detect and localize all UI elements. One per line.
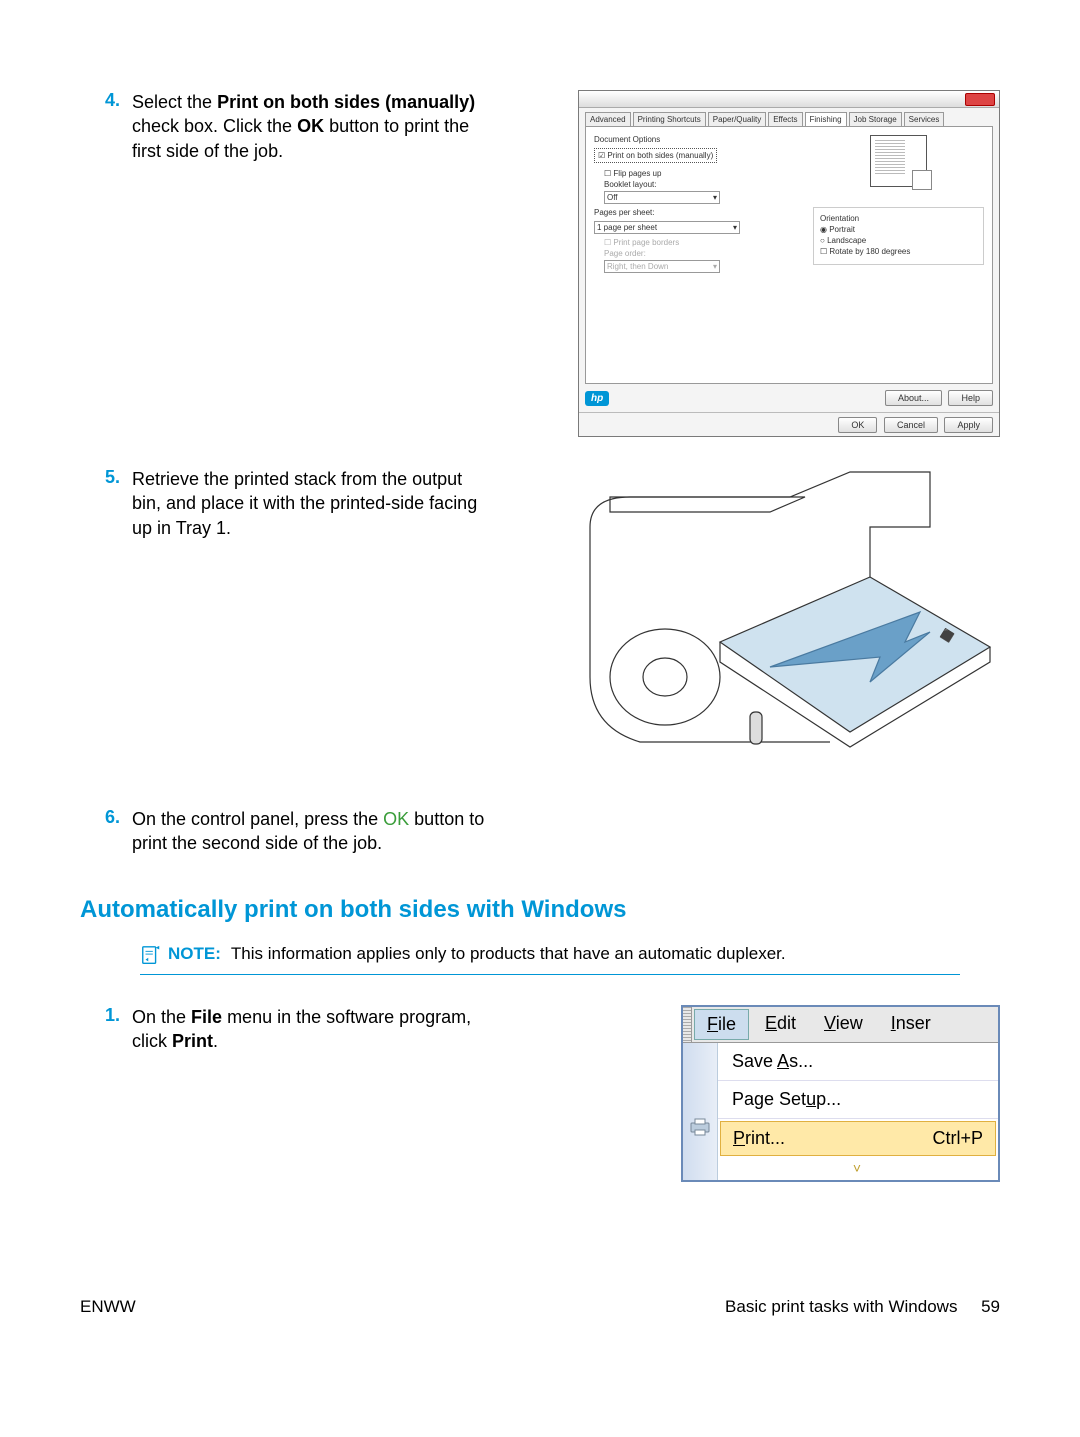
booklet-layout-label: Booklet layout:: [604, 180, 803, 189]
hp-logo: hp: [585, 391, 609, 406]
print-properties-dialog: Advanced Printing Shortcuts Paper/Qualit…: [578, 90, 1000, 437]
page-footer: ENWW Basic print tasks with Windows 59: [80, 1297, 1000, 1317]
step-6: 6. On the control panel, press the OK bu…: [80, 807, 1000, 856]
step-text: Select the Print on both sides (manually…: [132, 90, 492, 163]
ok-green-text: OK: [383, 809, 409, 829]
page-order-label: Page order:: [604, 249, 803, 258]
print-page-borders-checkbox: ☐ Print page borders: [604, 238, 803, 247]
print-both-sides-checkbox[interactable]: ☑ Print on both sides (manually): [594, 148, 717, 163]
about-button[interactable]: About...: [885, 390, 942, 406]
orientation-group: Orientation ◉ Portrait ○ Landscape ☐ Rot…: [813, 207, 984, 265]
page-number: 59: [981, 1297, 1000, 1316]
menu-icon-strip: [683, 1043, 718, 1180]
step-4: 4. Select the Print on both sides (manua…: [80, 90, 1000, 437]
menubar: File Edit View Inser: [683, 1007, 998, 1043]
tab-effects[interactable]: Effects: [768, 112, 802, 126]
step-text: On the File menu in the software program…: [132, 1005, 492, 1054]
step-number: 6.: [80, 807, 120, 828]
footer-left: ENWW: [80, 1297, 136, 1317]
step-number: 5.: [80, 467, 120, 488]
menu-item-save-as[interactable]: Save As...: [718, 1043, 998, 1081]
expand-menu-chevron-icon[interactable]: ˅: [718, 1158, 998, 1180]
tab-advanced[interactable]: Advanced: [585, 112, 631, 126]
booklet-layout-dropdown[interactable]: Off: [604, 191, 720, 204]
tab-job-storage[interactable]: Job Storage: [849, 112, 902, 126]
step-text: On the control panel, press the OK butto…: [132, 807, 492, 856]
step-5: 5. Retrieve the printed stack from the o…: [80, 467, 1000, 777]
dialog-titlebar: [579, 91, 999, 108]
step-text: Retrieve the printed stack from the outp…: [132, 467, 492, 540]
menu-view[interactable]: View: [810, 1007, 877, 1042]
note-block: NOTE: This information applies only to p…: [140, 944, 960, 975]
pages-per-sheet-label: Pages per sheet:: [594, 208, 803, 217]
note-text: This information applies only to product…: [231, 944, 786, 964]
step-number: 1.: [80, 1005, 120, 1026]
toolbar-grip-icon: [683, 1007, 692, 1042]
tab-strip: Advanced Printing Shortcuts Paper/Qualit…: [579, 112, 999, 126]
page-order-dropdown: Right, then Down: [604, 260, 720, 273]
tab-services[interactable]: Services: [904, 112, 945, 126]
shortcut-text: Ctrl+P: [932, 1128, 983, 1149]
ok-button[interactable]: OK: [838, 417, 877, 433]
step-number: 4.: [80, 90, 120, 111]
section-heading: Automatically print on both sides with W…: [80, 896, 1000, 924]
rotate-180-checkbox[interactable]: ☐ Rotate by 180 degrees: [820, 247, 977, 256]
file-menu: File Edit View Inser: [681, 1005, 1000, 1182]
print-dialog-figure: Advanced Printing Shortcuts Paper/Qualit…: [512, 90, 1000, 437]
pages-per-sheet-dropdown[interactable]: 1 page per sheet: [594, 221, 740, 234]
footer-right-text: Basic print tasks with Windows: [725, 1297, 957, 1316]
note-icon: [140, 944, 162, 966]
cancel-button[interactable]: Cancel: [884, 417, 938, 433]
menu-edit[interactable]: Edit: [751, 1007, 810, 1042]
page-preview: [870, 135, 927, 187]
orientation-label: Orientation: [820, 214, 977, 223]
apply-button[interactable]: Apply: [944, 417, 993, 433]
portrait-radio[interactable]: ◉ Portrait: [820, 225, 977, 234]
printer-tray-svg: ⬛: [570, 467, 1000, 777]
printer-icon: [688, 1117, 712, 1137]
help-button[interactable]: Help: [948, 390, 993, 406]
tab-finishing[interactable]: Finishing: [805, 112, 847, 126]
note-label: NOTE:: [168, 944, 221, 964]
flip-pages-up-checkbox[interactable]: ☐ Flip pages up: [604, 169, 803, 178]
printer-illustration: ⬛: [512, 467, 1000, 777]
step-1-auto: 1. On the File menu in the software prog…: [80, 1005, 1000, 1182]
file-menu-figure: File Edit View Inser: [512, 1005, 1000, 1182]
tab-paper-quality[interactable]: Paper/Quality: [708, 112, 766, 126]
menu-item-page-setup[interactable]: Page Setup...: [718, 1081, 998, 1119]
document-options-label: Document Options: [594, 135, 803, 144]
tab-printing-shortcuts[interactable]: Printing Shortcuts: [633, 112, 706, 126]
menu-insert[interactable]: Inser: [877, 1007, 945, 1042]
close-icon[interactable]: [965, 93, 995, 106]
menu-item-print[interactable]: Print... Ctrl+P: [720, 1121, 996, 1156]
menu-file[interactable]: File: [694, 1009, 749, 1040]
landscape-radio[interactable]: ○ Landscape: [820, 236, 977, 245]
